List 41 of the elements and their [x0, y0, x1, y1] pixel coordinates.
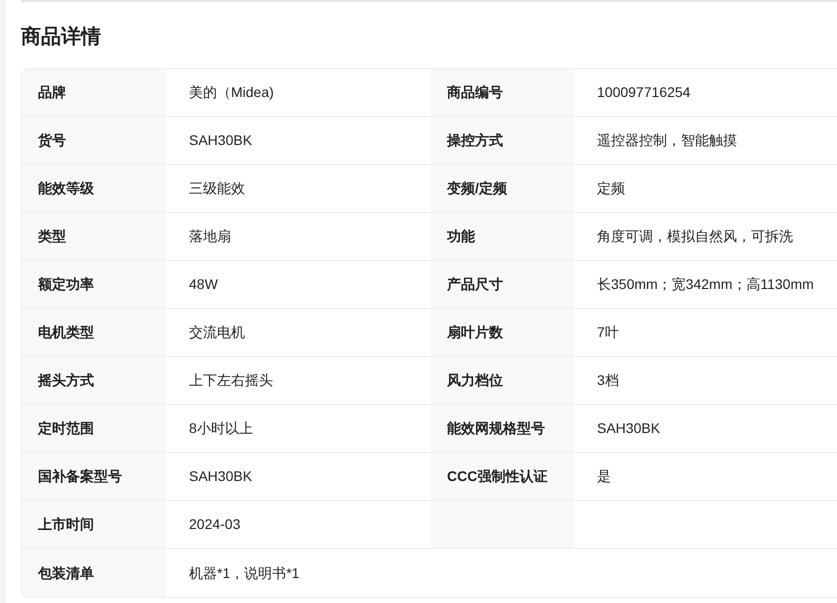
spec-value: 上下左右摇头 — [189, 373, 273, 388]
spec-value: 7叶 — [597, 325, 619, 340]
spec-value: 机器*1，说明书*1 — [189, 566, 300, 580]
spec-value: 2024-03 — [189, 517, 240, 532]
spec-label: 能效等级 — [38, 181, 94, 196]
spec-label: 国补备案型号 — [38, 469, 122, 484]
spec-label: 定时范围 — [38, 421, 94, 436]
spec-label: 产品尺寸 — [447, 277, 503, 292]
spec-value: 落地扇 — [189, 229, 231, 244]
section-title: 商品详情 — [21, 24, 102, 50]
spec-value: 3档 — [597, 373, 619, 388]
spec-label: 额定功率 — [38, 277, 94, 292]
spec-value: SAH30BK — [189, 133, 252, 148]
spec-label: 摇头方式 — [38, 373, 94, 388]
spec-label: 商品编号 — [447, 85, 503, 100]
spec-value: 48W — [189, 277, 218, 292]
spec-value: 角度可调，模拟自然风，可拆洗 — [597, 229, 793, 244]
spec-label: 货号 — [38, 133, 66, 148]
spec-value: SAH30BK — [597, 421, 660, 436]
spec-label: 能效网规格型号 — [447, 421, 545, 436]
spec-label: 风力档位 — [447, 373, 503, 388]
spec-value: 100097716254 — [597, 85, 690, 100]
spec-label: 类型 — [38, 229, 66, 244]
spec-value: 遥控器控制，智能触摸 — [597, 133, 737, 148]
spec-value: 美的（Midea) — [189, 85, 274, 100]
spec-label: 变频/定频 — [447, 181, 507, 196]
spec-label: 电机类型 — [38, 325, 94, 340]
spec-value: SAH30BK — [189, 469, 252, 484]
spec-label: 品牌 — [38, 85, 66, 100]
spec-value: 定频 — [597, 181, 625, 196]
spec-value: 长350mm；宽342mm；高1130mm — [597, 277, 814, 292]
spec-label: CCC强制性认证 — [447, 469, 548, 484]
spec-value: 三级能效 — [189, 181, 245, 196]
spec-label: 上市时间 — [38, 517, 94, 532]
spec-value: 8小时以上 — [189, 421, 253, 436]
spec-label: 包装清单 — [38, 566, 94, 580]
spec-label: 操控方式 — [447, 133, 503, 148]
spec-value: 交流电机 — [189, 325, 245, 340]
spec-label: 功能 — [447, 229, 475, 244]
spec-label: 扇叶片数 — [447, 325, 503, 340]
spec-value: 是 — [597, 469, 611, 484]
